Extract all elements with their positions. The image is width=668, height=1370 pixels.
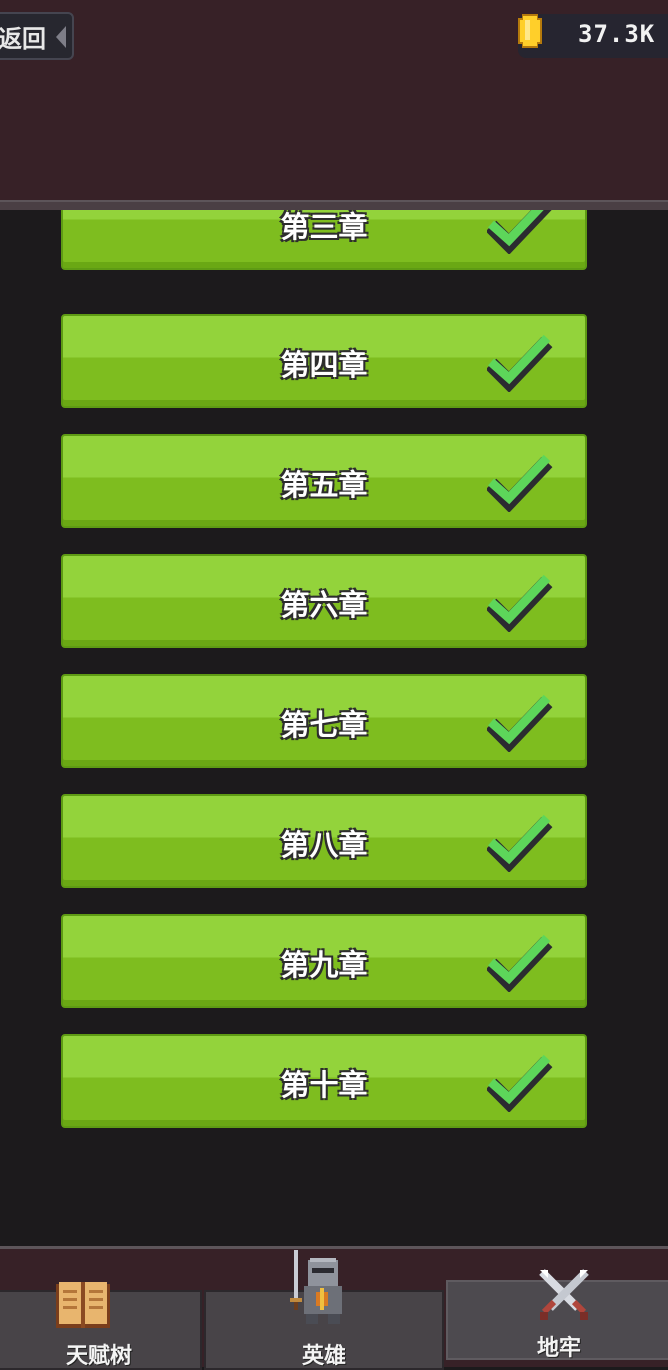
tab-heroes[interactable]: 英雄 [204,1250,444,1370]
chapter-button[interactable]: 第九章 [61,914,587,1008]
tab-label: 天赋树 [65,1344,132,1369]
checkmark-icon [487,934,553,992]
gold-coin-icon [518,14,542,48]
chapter-button[interactable]: 第五章 [61,434,587,528]
chapter-button[interactable]: 第七章 [61,674,587,768]
chapter-button[interactable]: 第四章 [61,314,587,408]
top-bar-border [0,200,668,210]
checkmark-icon [487,334,553,392]
checkmark-icon [487,454,553,512]
back-arrow-icon [56,26,66,48]
checkmark-icon [487,574,553,632]
tab-label: 地牢 [536,1336,581,1361]
checkmark-icon [487,210,552,254]
tab-talent-tree[interactable]: 天赋树 [0,1282,202,1370]
tab-label: 英雄 [301,1344,346,1369]
tab-dungeon[interactable]: 地牢 [446,1269,668,1361]
chapter-button[interactable]: 第十章 [61,1034,587,1128]
chapter-button[interactable]: 第三章 [61,210,587,270]
coin-count: 37.3K [578,20,656,48]
checkmark-icon [487,694,553,752]
checkmark-icon [487,814,553,872]
knight-icon [290,1250,342,1324]
chapter-button[interactable]: 第八章 [61,794,587,888]
back-button[interactable]: 返回 [0,12,74,60]
chapter-button[interactable]: 第六章 [61,554,587,648]
back-button-label: 返回 [0,24,46,53]
chapter-list[interactable]: 第三章 第四章 第五章 第六章 第七章 第八章 第九章 第十章 [0,210,668,1246]
book-icon [56,1282,110,1328]
crossed-swords-icon [539,1269,589,1320]
checkmark-icon [487,1054,553,1112]
